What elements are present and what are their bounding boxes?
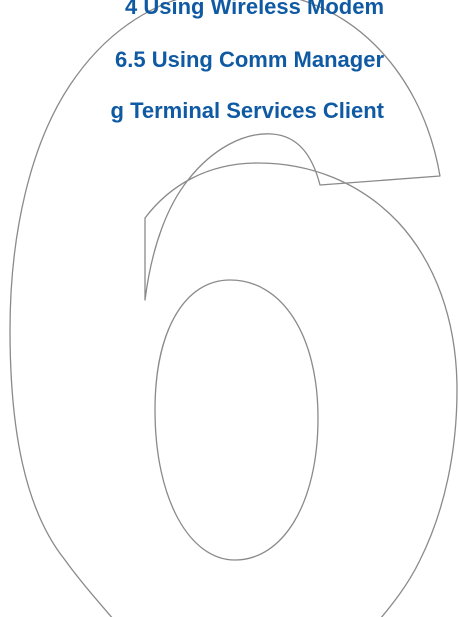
toc-entry-comm-manager: 6.5 Using Comm Manager: [115, 47, 384, 72]
chapter-divider-page: 4 Using Wireless Modem 6.5 Using Comm Ma…: [0, 0, 459, 617]
numeral-inner-counter: [154, 279, 319, 561]
chapter-number-6-outline: [9, 0, 458, 617]
numeral-outer-contour: [9, 0, 458, 617]
toc-entry-wireless-modem: 4 Using Wireless Modem: [125, 0, 384, 19]
toc-entry-terminal-services-client: g Terminal Services Client: [110, 98, 384, 123]
